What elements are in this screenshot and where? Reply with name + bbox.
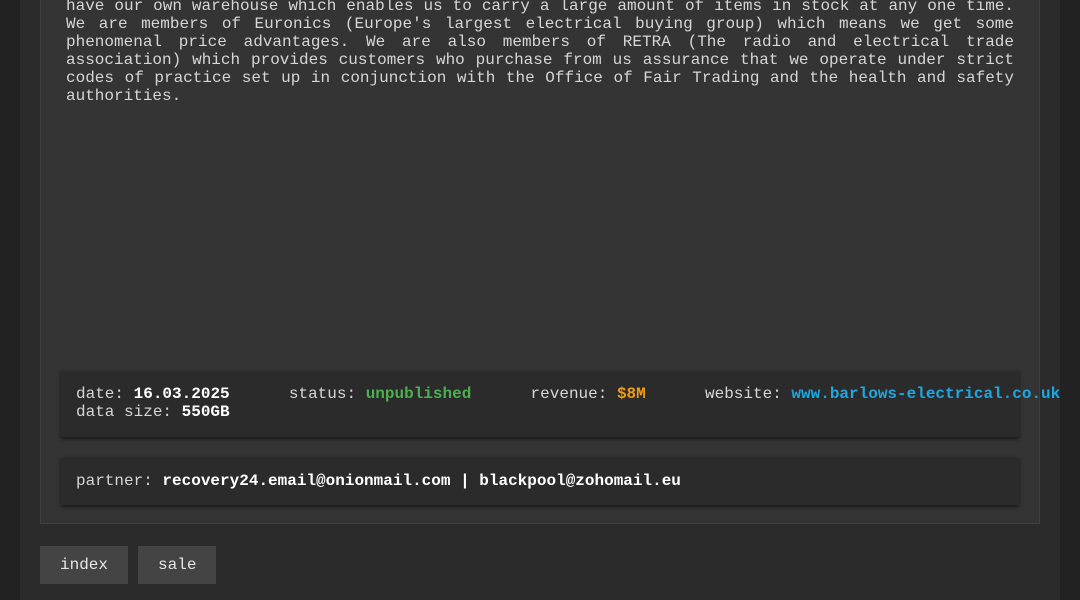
date-label: date: (76, 385, 125, 403)
company-description: have a delivery and installation team wh… (66, 0, 1014, 105)
bottom-nav: index sale (40, 546, 217, 584)
website-link[interactable]: www.barlows-electrical.co.uk (791, 385, 1060, 403)
info-row: date: 16.03.2025 status: unpublished rev… (76, 385, 1060, 403)
status-value: unpublished (365, 385, 472, 403)
partner-value: recovery24.email@onionmail.com | blackpo… (162, 472, 681, 490)
revenue-value: $8M (616, 385, 646, 403)
status-label: status: (288, 385, 357, 403)
website-label: website: (704, 385, 782, 403)
sale-button[interactable]: sale (138, 546, 217, 584)
index-button[interactable]: index (40, 546, 129, 584)
company-card: have a delivery and installation team wh… (40, 0, 1060, 524)
data-size-value: 550GB (181, 403, 230, 421)
partner-box: partner: recovery24.email@onionmail.com … (61, 457, 1019, 505)
data-size-label: data size: (76, 403, 173, 421)
data-size-row: data size: 550GB (76, 403, 1004, 421)
page-container: have a delivery and installation team wh… (20, 0, 1060, 600)
date-value: 16.03.2025 (133, 385, 230, 403)
info-box: date: 16.03.2025 status: unpublished rev… (61, 371, 1060, 437)
partner-label: partner: (76, 472, 153, 490)
revenue-label: revenue: (530, 385, 608, 403)
